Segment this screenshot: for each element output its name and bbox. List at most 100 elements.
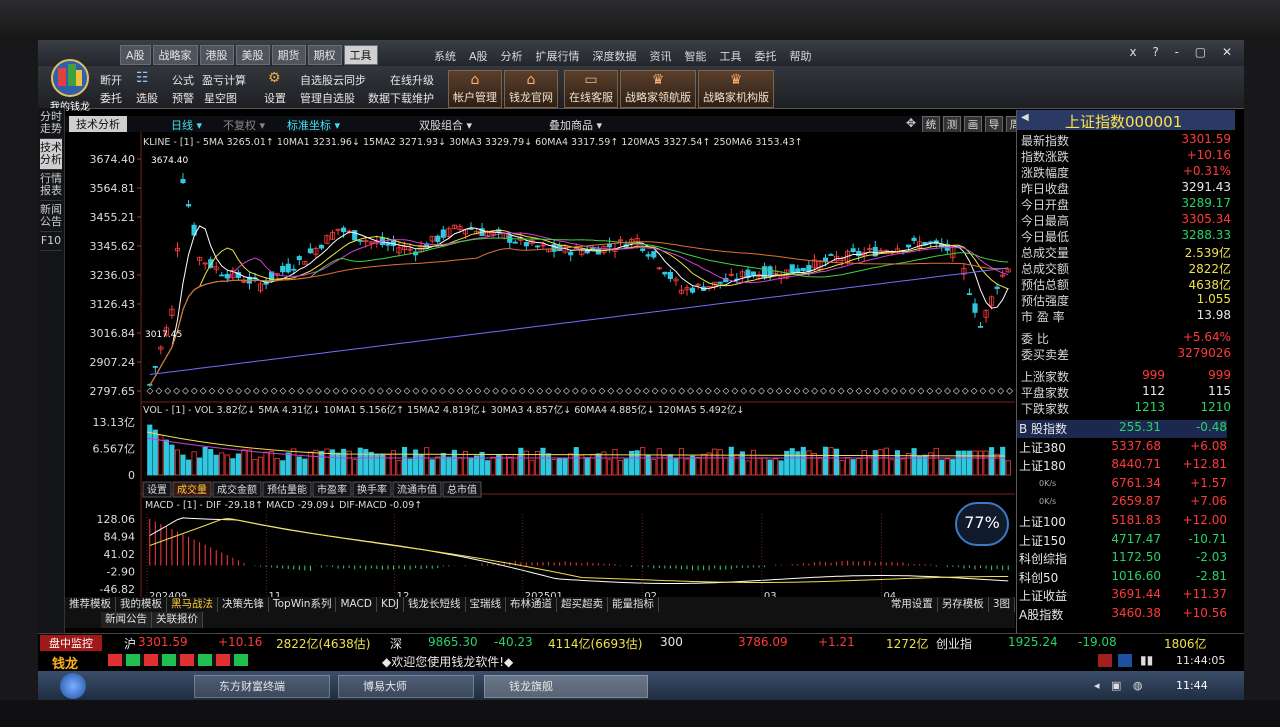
indicator-tab-10[interactable]: 超买超卖 [557, 597, 609, 612]
index-row[interactable]: 科创50 1016.60 -2.81 [1017, 569, 1227, 587]
indicator-tab-2[interactable]: 黑马战法 [167, 597, 218, 612]
index-row[interactable]: 6761.34 +1.57 0K/s [1017, 476, 1227, 494]
market-tabs: A股 战略家 港股 美股 期货 期权 工具 [120, 45, 378, 65]
panel-arrow-icon[interactable]: ◀ [1021, 112, 1029, 123]
chart-tool-3[interactable]: 导 [985, 116, 1003, 133]
index-row[interactable]: 科创综指 1172.50 -2.03 [1017, 550, 1227, 568]
indicator-tab-6[interactable]: KDJ [377, 597, 405, 612]
quote-row: 昨日收盘 3291.43 [1021, 180, 1231, 196]
data-download-button[interactable]: 数据下载维护 [368, 90, 434, 106]
menu-item-9[interactable]: 帮助 [790, 48, 812, 64]
website-button[interactable]: ⌂ 钱龙官网 [504, 70, 558, 108]
star-map-button[interactable]: 星空图 [204, 90, 237, 106]
stock-picker-icon[interactable]: ☷ [136, 70, 149, 86]
market-tab-5[interactable]: 期权 [307, 45, 342, 65]
indicator-tab-1[interactable]: 我的模板 [116, 597, 167, 612]
indicator-tab-11[interactable]: 能量指标 [608, 597, 660, 612]
market-tab-0[interactable]: A股 [120, 45, 151, 65]
start-button-icon[interactable] [60, 673, 86, 699]
leftnav-item-1[interactable]: 技术分析 [40, 139, 62, 170]
stock-picker-button[interactable]: 选股 [136, 90, 158, 106]
index-change: +6.08 [1190, 438, 1227, 453]
menu-item-7[interactable]: 工具 [720, 48, 742, 64]
market-tab-2[interactable]: 港股 [199, 45, 234, 65]
trade-button[interactable]: 委托 [100, 90, 122, 106]
combo-select[interactable]: 双股组合 ▾ [419, 117, 472, 133]
window-controls[interactable]: x ? - ▢ ✕ [1130, 45, 1238, 59]
menu-item-3[interactable]: 扩展行情 [536, 48, 580, 64]
market-tab-3[interactable]: 美股 [235, 45, 270, 65]
cloud-sync-button[interactable]: 自选股云同步 [300, 72, 366, 88]
chart-tool-0[interactable]: 统 [922, 116, 940, 133]
online-update-button[interactable]: 在线升级 [390, 72, 434, 88]
qianlong-logo[interactable]: 我的钱龙 [42, 56, 98, 113]
index-row[interactable]: 上证150 4717.47 -10.71 [1017, 532, 1227, 550]
menu-item-5[interactable]: 资讯 [650, 48, 672, 64]
indicator-tab-3[interactable]: 决策先锋 [218, 597, 269, 612]
template-button-1[interactable]: 另存模板 [938, 597, 989, 612]
adjust-select[interactable]: 不复权 ▾ [223, 117, 265, 133]
index-row[interactable]: A股指数 3460.38 +10.56 [1017, 606, 1227, 624]
institution-edition-button[interactable]: ♛ 战略家机构版 [698, 70, 774, 108]
settings-button[interactable]: 设置 [264, 90, 286, 106]
speed-gauge[interactable]: 77% [955, 502, 1009, 546]
settings-gear-icon[interactable]: ⚙ [268, 70, 281, 86]
index-row[interactable]: 上证100 5181.83 +12.00 [1017, 513, 1227, 531]
index-row[interactable]: 上证380 5337.68 +6.08 [1017, 439, 1227, 457]
indicator-tab-5[interactable]: MACD [336, 597, 377, 612]
vol-bar [285, 452, 291, 476]
menu-item-1[interactable]: A股 [469, 48, 488, 64]
quote-value: 3279026 [1177, 346, 1231, 360]
vol-bar [955, 450, 961, 476]
menu-item-2[interactable]: 分析 [501, 48, 523, 64]
market-tab-1[interactable]: 战略家 [152, 45, 198, 65]
taskbar-item-1[interactable]: 博易大师 [338, 675, 474, 698]
macd-ytick: 41.02 [104, 548, 136, 561]
chart-tool-1[interactable]: 测 [943, 116, 961, 133]
leftnav-item-2[interactable]: 行情报表 [40, 170, 62, 201]
template-button-0[interactable]: 常用设置 [887, 597, 938, 612]
indicator-tab-9[interactable]: 布林通道 [506, 597, 558, 612]
menu-item-6[interactable]: 智能 [685, 48, 707, 64]
taskbar-item-0[interactable]: 东方财富终端 [194, 675, 330, 698]
indicator-tab-7[interactable]: 钱龙长短线 [404, 597, 466, 612]
formula-button[interactable]: 公式 [172, 72, 194, 88]
market-tab-6[interactable]: 工具 [343, 45, 378, 65]
account-button[interactable]: ⌂ 帐户管理 [448, 70, 502, 108]
index-row[interactable]: 上证收益 3691.44 +11.37 [1017, 587, 1227, 605]
leftnav-item-3[interactable]: 新闻公告 [40, 201, 62, 232]
index-row[interactable]: B 股指数 255.31 -0.48 [1017, 420, 1227, 438]
leftnav-item-4[interactable]: F10 [40, 232, 62, 251]
leftnav-item-0[interactable]: 分时走势 [40, 108, 62, 139]
alert-button[interactable]: 预警 [172, 90, 194, 106]
pnl-calc-button[interactable]: 盈亏计算 [202, 72, 246, 88]
chart-tool-2[interactable]: 画 [964, 116, 982, 133]
disconnect-button[interactable]: 断开 [100, 72, 122, 88]
taskbar-item-2[interactable]: 钱龙旗舰 [484, 675, 648, 698]
menu-item-8[interactable]: 委托 [755, 48, 777, 64]
tab-technical[interactable]: 技术分析 [69, 116, 127, 132]
indicator-tab-8[interactable]: 宝瑞线 [466, 597, 507, 612]
indicator-tab-4[interactable]: TopWin系列 [269, 597, 337, 612]
market-tab-4[interactable]: 期货 [271, 45, 306, 65]
monitor-label[interactable]: 盘中监控 [40, 635, 102, 651]
message-icon[interactable] [1118, 654, 1132, 667]
support-button[interactable]: ▭ 在线客服 [564, 70, 618, 108]
alert-icon[interactable] [1098, 654, 1112, 667]
vol-bar [202, 446, 208, 476]
pilot-edition-button[interactable]: ♛ 战略家领航版 [620, 70, 696, 108]
period-select[interactable]: 日线 ▾ [171, 117, 202, 133]
menu-item-4[interactable]: 深度数据 [593, 48, 637, 64]
indicator-tab-0[interactable]: 推荐模板 [65, 597, 116, 612]
overlay-select[interactable]: 叠加商品 ▾ [549, 117, 602, 133]
chart-area[interactable]: KLINE - [1] - 5MA 3265.01↑ 10MA1 3231.96… [65, 132, 1022, 612]
manage-watchlist-button[interactable]: 管理自选股 [300, 90, 355, 106]
news-tab-0[interactable]: 新闻公告 [101, 612, 152, 628]
menu-item-0[interactable]: 系统 [434, 48, 456, 64]
coordinate-select[interactable]: 标准坐标 ▾ [287, 117, 340, 133]
news-tab-1[interactable]: 关联报价 [152, 612, 203, 628]
index-row[interactable]: 上证180 8440.71 +12.81 [1017, 457, 1227, 475]
template-button-2[interactable]: 3图 [989, 597, 1015, 612]
index-row[interactable]: 2659.87 +7.06 0K/s [1017, 494, 1227, 512]
move-icon[interactable]: ✥ [903, 116, 919, 133]
